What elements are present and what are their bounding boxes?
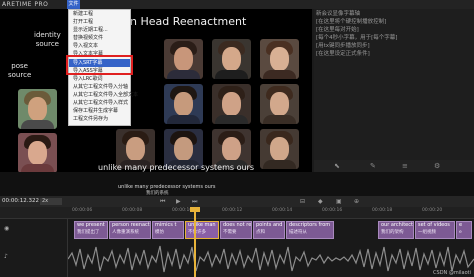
subtitle-clip[interactable]: descriptors from 描述符从	[286, 221, 334, 239]
menu-bar: ARETIME PRO 文件	[0, 0, 474, 9]
caption-strip: unlike many predecessor systems ours 我们的…	[0, 172, 474, 196]
track-headers: ◉ ♪	[0, 219, 68, 277]
timeline-ruler[interactable]: 00:00:06 00:00:08 00:00:10 00:00:12 00:0…	[0, 207, 474, 219]
text-line: 新会议显像字幕轴	[316, 11, 361, 17]
skip-back-icon[interactable]: ⏮	[160, 196, 165, 207]
playhead-handle[interactable]	[190, 207, 200, 212]
highlight-annotation-box	[66, 55, 133, 75]
subtitle-clip[interactable]: our architect 我们的架构	[378, 221, 414, 239]
ruler-tick: 00:00:14	[272, 208, 293, 213]
menu-item-recent-projects[interactable]: 显示近期工程...	[69, 26, 130, 34]
playback-controls: 00:00:12.322 2x ⏮ ▶ ⏭ ⊟ ◆ ▣ ⊕	[0, 196, 474, 207]
subtitle-clip[interactable]: person reenact 人像重演系统	[109, 221, 151, 239]
subtitle-clip[interactable]: mimics t 模仿	[152, 221, 184, 239]
subtitle-text-panel[interactable]: 新会议显像字幕轴 [在这里将个硬控制播放控制] [在这里每对开始] [每个4秒小…	[314, 9, 474, 172]
audio-icon[interactable]: ♪	[4, 253, 8, 260]
cursor-icon[interactable]: ⬉	[334, 162, 340, 170]
text-panel-toolbar: ⬉ ✎ ≡ ⚙	[314, 160, 474, 172]
text-line: [用tx键同步播放同步]	[316, 43, 370, 49]
subtitle-clip[interactable]: ee	[456, 221, 472, 239]
subtitle-clip-selected[interactable]: unlike man 不像许多	[185, 221, 219, 239]
slide-title: n Head Reenactment	[130, 15, 247, 28]
ruler-tick: 00:00:12	[222, 208, 243, 213]
menu-item-save-as[interactable]: 工程文件另存为	[69, 115, 130, 123]
face-image	[212, 39, 251, 79]
skip-forward-icon[interactable]: ⏭	[192, 196, 197, 207]
playhead[interactable]	[194, 207, 196, 277]
pose-source-face	[18, 89, 57, 129]
text-line: [每个4秒小字幕，用于[每个字幕]	[316, 35, 398, 41]
timecode-display: 00:00:12.322	[2, 198, 39, 204]
menu-item-import-style[interactable]: 从其它工程文件导入样式	[69, 99, 130, 107]
list-icon[interactable]: ≡	[402, 162, 408, 170]
menu-item-new-project[interactable]: 新建工程	[69, 10, 130, 18]
face-image	[164, 39, 203, 79]
eye-icon[interactable]: ◉	[4, 225, 9, 232]
text-line: [在这里每对开始]	[316, 27, 359, 33]
menu-item-import-lrc[interactable]: 导入LRC歌词	[69, 75, 130, 83]
face-image	[260, 39, 299, 79]
subtitle-clip[interactable]: points and 点和	[253, 221, 285, 239]
subtitle-clip[interactable]: we present 我们提出了	[74, 221, 108, 239]
menu-item-import-all-text[interactable]: 从其它工程文件导入全部文本	[69, 91, 138, 99]
text-line: [在这里设定正式条件]	[316, 51, 370, 57]
menu-item-open-project[interactable]: 打开工程	[69, 18, 130, 26]
video-preview[interactable]: n Head Reenactment identity source pose …	[0, 9, 312, 173]
ruler-tick: 00:00:06	[72, 208, 93, 213]
ruler-tick: 00:00:18	[372, 208, 393, 213]
subtitle-track[interactable]: we present 我们提出了 person reenact 人像重演系统 mim…	[68, 219, 474, 277]
audio-waveform[interactable]	[68, 243, 474, 275]
split-icon[interactable]: ⊟	[300, 196, 305, 207]
subtitle-clip[interactable]: set of videos 一组视频	[415, 221, 455, 239]
pose-label: pose source	[8, 62, 32, 79]
menu-item-import-axis[interactable]: 从其它工程文件导入分轴	[69, 83, 130, 91]
subtitle-clip[interactable]: does not re 不需要	[220, 221, 252, 239]
app-logo: ARETIME PRO	[2, 1, 49, 8]
play-icon[interactable]: ▶	[176, 196, 181, 207]
app-window: ARETIME PRO 文件 n Head Reenactment identi…	[0, 0, 474, 277]
menu-item-replace-video[interactable]: 替换视频文件	[69, 34, 130, 42]
face-image	[212, 84, 251, 124]
watermark: CSDN @milaoti	[433, 270, 471, 276]
identity-label: identity source	[34, 31, 61, 48]
pose-source-face	[18, 133, 57, 173]
ruler-tick: 00:00:16	[322, 208, 343, 213]
ruler-tick: 00:00:08	[122, 208, 143, 213]
edit-icon[interactable]: ✎	[370, 162, 376, 170]
face-image	[260, 129, 299, 169]
video-caption: unlike many predecessor systems ours	[98, 163, 254, 172]
face-image	[164, 84, 203, 124]
lock-icon[interactable]: ▣	[336, 196, 342, 207]
zoom-select[interactable]: 2x	[40, 198, 62, 205]
zoom-in-icon[interactable]: ⊕	[354, 196, 359, 207]
file-menu[interactable]: 文件	[67, 0, 80, 9]
menu-item-import-text[interactable]: 导入视文本	[69, 42, 130, 50]
marker-icon[interactable]: ◆	[318, 196, 323, 207]
text-line: [在这里将个硬控制播放控制]	[316, 19, 387, 25]
face-image	[260, 84, 299, 124]
ruler-tick: 00:00:20	[422, 208, 443, 213]
settings-icon[interactable]: ⚙	[434, 162, 440, 170]
menu-item-save-and-export[interactable]: 保存工程并生成字幕	[69, 107, 130, 115]
